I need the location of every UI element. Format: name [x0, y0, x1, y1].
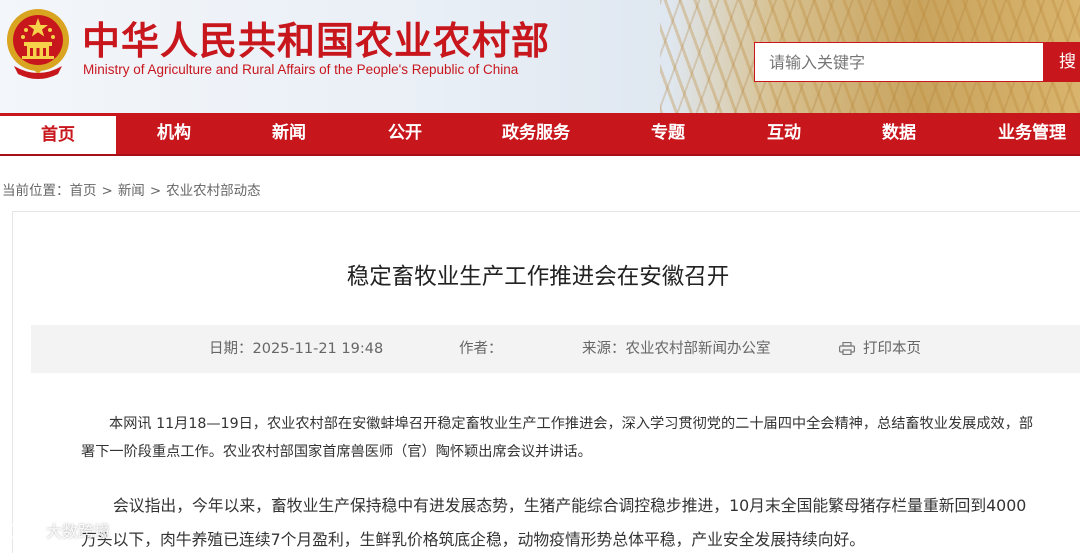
- article-title: 稳定畜牧业生产工作推进会在安徽召开: [346, 264, 730, 290]
- watermark: 大数跨境: [6, 518, 110, 542]
- main-nav: 首页 机构 新闻 公开 政务服务 专题 互动 数据 业务管理: [0, 113, 1080, 156]
- author-label: 作者：: [459, 341, 503, 357]
- site-title[interactable]: 中华人民共和国农业农村部: [82, 10, 550, 65]
- article-author: 作者：: [459, 325, 503, 373]
- nav-item-data[interactable]: 数据: [840, 113, 958, 154]
- article-paragraph: 本网讯 11月18—19日，农业农村部在安徽蚌埠召开稳定畜牧业生产工作推进会，深…: [81, 416, 1034, 460]
- nav-item-home[interactable]: 首页: [0, 113, 116, 154]
- article-meta-bar: 日期：2025-11-21 19:48 作者： 来源：农业农村部新闻办公室 打印…: [31, 325, 1080, 373]
- source-value: 农业农村部新闻办公室: [625, 341, 771, 357]
- printer-icon: [839, 342, 855, 355]
- search-button[interactable]: 搜: [1044, 42, 1080, 82]
- nav-item-organization[interactable]: 机构: [116, 113, 232, 154]
- print-label: 打印本页: [863, 341, 921, 357]
- search-input[interactable]: [754, 42, 1044, 82]
- breadcrumb: 当前位置：首页 > 新闻 > 农业农村部动态: [2, 179, 261, 199]
- site-header: 中华人民共和国农业农村部 Ministry of Agriculture and…: [0, 0, 1080, 113]
- watermark-text: 大数跨境: [46, 522, 111, 541]
- national-emblem-icon[interactable]: [4, 6, 72, 80]
- nav-item-business-management[interactable]: 业务管理: [958, 113, 1080, 154]
- breadcrumb-home[interactable]: 首页: [70, 183, 97, 199]
- date-label: 日期：: [209, 341, 253, 357]
- breadcrumb-separator: >: [149, 183, 162, 199]
- nav-item-public[interactable]: 公开: [346, 113, 464, 154]
- article-date: 日期：2025-11-21 19:48: [209, 325, 383, 373]
- nav-item-topics[interactable]: 专题: [608, 113, 728, 154]
- source-label: 来源：: [582, 341, 626, 357]
- watermark-logo-icon: [6, 523, 37, 539]
- breadcrumb-ministry-updates[interactable]: 农业农村部动态: [166, 183, 261, 199]
- breadcrumb-separator: >: [101, 183, 113, 199]
- print-page-link[interactable]: 打印本页: [839, 325, 921, 373]
- date-value: 2025-11-21 19:48: [252, 341, 384, 357]
- nav-item-government-services[interactable]: 政务服务: [464, 113, 608, 154]
- article-source: 来源：农业农村部新闻办公室: [582, 325, 771, 373]
- nav-item-news[interactable]: 新闻: [232, 113, 346, 154]
- breadcrumb-news[interactable]: 新闻: [118, 183, 145, 199]
- nav-item-interaction[interactable]: 互动: [728, 113, 840, 154]
- article-paragraph: 会议指出，今年以来，畜牧业生产保持稳中有进发展态势，生猪产能综合调控稳步推进，1…: [81, 496, 1027, 549]
- article-container: 稳定畜牧业生产工作推进会在安徽召开 日期：2025-11-21 19:48 作者…: [12, 211, 1080, 553]
- site-subtitle: Ministry of Agriculture and Rural Affair…: [83, 62, 519, 77]
- breadcrumb-prefix: 当前位置：: [2, 183, 70, 199]
